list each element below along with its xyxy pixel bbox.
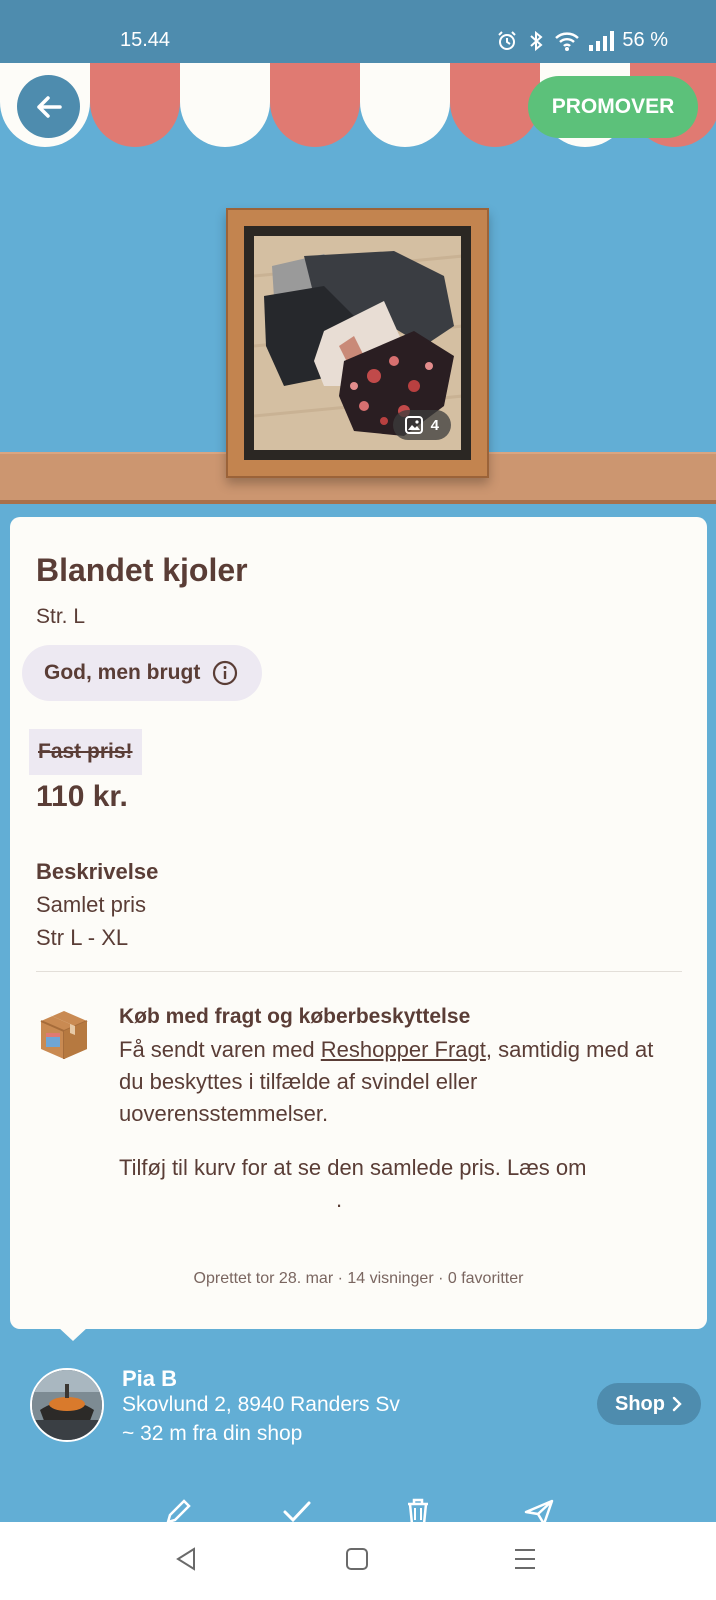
awning-stripe <box>450 63 540 147</box>
product-card: Blandet kjoler Str. L God, men brugt Fas… <box>10 517 707 1329</box>
send-icon[interactable] <box>524 1498 554 1523</box>
trash-icon[interactable] <box>405 1498 431 1523</box>
shipping-box-icon <box>37 1005 91 1066</box>
listing-meta: Oprettet tor 28. mar · 14 visninger · 0 … <box>193 1270 524 1287</box>
product-photo[interactable]: 4 <box>254 236 461 450</box>
awning-stripe <box>90 63 180 147</box>
product-photo-frame[interactable]: 4 <box>226 208 489 478</box>
wifi-icon <box>555 31 580 51</box>
description-heading: Beskrivelse <box>36 859 159 884</box>
status-time: 15.44 <box>120 29 171 51</box>
battery-level: 56 % <box>622 29 668 51</box>
image-count-badge[interactable]: 4 <box>392 410 451 440</box>
shop-button[interactable]: Shop <box>597 1383 701 1425</box>
cart-info-text: Tilføj til kurv for at se den samlede pr… <box>119 1152 679 1216</box>
cart-info-line: Tilføj til kurv for at se den samlede pr… <box>119 1155 587 1180</box>
product-title: Blandet kjoler <box>36 552 248 588</box>
image-count: 4 <box>430 416 439 434</box>
bluetooth-icon <box>530 30 543 51</box>
awning-stripe <box>180 63 270 147</box>
edit-icon[interactable] <box>164 1498 192 1523</box>
product-price: 110 kr. <box>36 780 128 813</box>
promote-button[interactable]: PROMOVER <box>528 76 698 138</box>
home-icon[interactable] <box>345 1546 369 1572</box>
fixed-price-tag: Fast pris! <box>29 729 142 775</box>
system-nav-bar <box>0 1522 716 1600</box>
description-line: Samlet pris <box>36 892 147 917</box>
chevron-right-icon <box>672 1396 682 1412</box>
card-pointer <box>58 1327 88 1341</box>
divider <box>36 971 682 972</box>
seller-name[interactable]: Pia B <box>122 1366 177 1392</box>
frame-mat: 4 <box>244 226 471 460</box>
awning-stripe <box>360 63 450 147</box>
shipping-text-start: Få sendt varen med <box>119 1037 321 1062</box>
seller-distance: ~ 32 m fra din shop <box>122 1422 303 1445</box>
shipping-text: Få sendt varen med Reshopper Fragt, samt… <box>119 1034 659 1130</box>
shop-button-label: Shop <box>615 1392 665 1415</box>
shipping-title: Køb med fragt og køberbeskyttelse <box>119 1005 471 1028</box>
arrow-left-icon <box>36 95 62 118</box>
signal-icon <box>589 30 615 51</box>
status-bar: 15.44 56 % <box>0 0 716 63</box>
check-icon[interactable] <box>282 1498 312 1523</box>
back-button[interactable] <box>17 75 80 138</box>
condition-label: God, men brugt <box>44 661 201 684</box>
description-line: Str L - XL <box>36 925 129 950</box>
condition-chip[interactable]: God, men brugt <box>22 645 263 701</box>
status-icons: 56 % <box>496 29 668 52</box>
alarm-icon <box>498 30 517 50</box>
cart-info-end: . <box>335 1187 343 1212</box>
product-size: Str. L <box>36 605 86 628</box>
reshopper-fragt-link[interactable]: Reshopper Fragt <box>321 1037 486 1062</box>
gallery-icon <box>404 416 423 434</box>
seller-address: Skovlund 2, 8940 Randers Sv <box>122 1393 400 1416</box>
menu-icon[interactable] <box>513 1546 537 1572</box>
back-icon[interactable] <box>174 1546 198 1572</box>
seller-avatar[interactable] <box>30 1368 104 1442</box>
action-bar <box>0 1490 716 1523</box>
info-icon <box>213 660 238 686</box>
awning-stripe <box>270 63 360 147</box>
